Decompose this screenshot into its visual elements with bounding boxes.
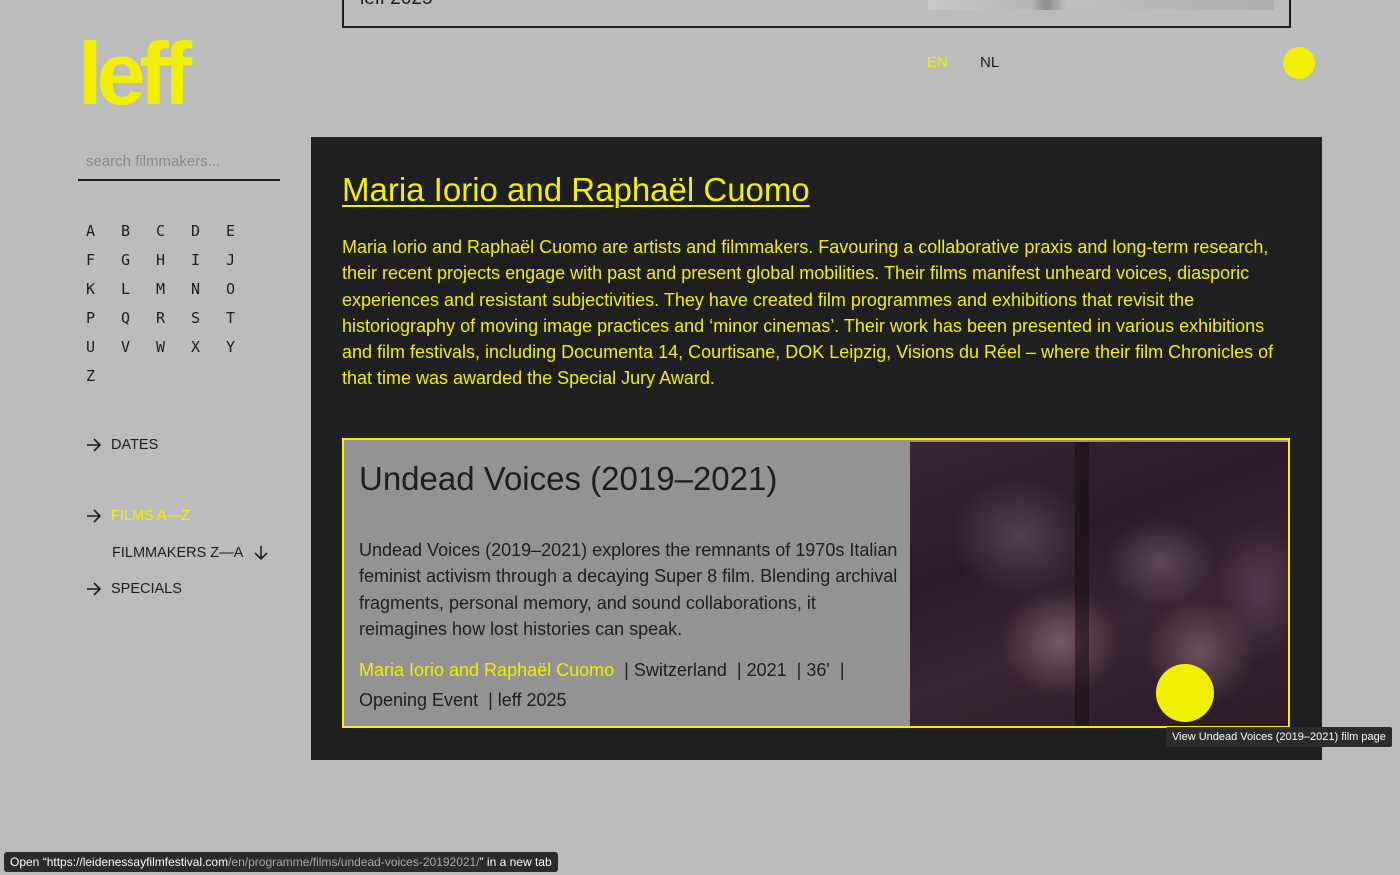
previous-film-card[interactable]: leff 2025 <box>342 0 1291 28</box>
arrow-right-icon <box>87 509 102 523</box>
film-description: Undead Voices (2019–2021) explores the r… <box>359 540 898 639</box>
search-box <box>78 146 280 181</box>
alpha-letter-n[interactable]: N <box>191 280 226 298</box>
status-prefix: Open “ <box>10 855 47 869</box>
nav-films-az-label: FILMS A—Z <box>111 508 190 524</box>
previous-card-image <box>928 0 1274 10</box>
meta-separator: | <box>736 660 742 680</box>
status-url-host: https://leidenessayfilmfestival.com <box>46 855 229 869</box>
arrow-down-icon <box>254 546 268 561</box>
nav-specials-label: SPECIALS <box>111 581 182 597</box>
alpha-letter-g[interactable]: G <box>121 251 156 269</box>
alpha-letter-j[interactable]: J <box>226 251 261 269</box>
film-card-undead-voices[interactable]: Undead Voices (2019–2021) Undead Voices … <box>342 438 1290 728</box>
alpha-letter-p[interactable]: P <box>86 309 121 327</box>
alpha-letter-c[interactable]: C <box>156 222 191 240</box>
alpha-letter-q[interactable]: Q <box>121 309 156 327</box>
film-link-tooltip: View Undead Voices (2019–2021) film page <box>1166 727 1392 747</box>
browser-status-bar: Open “https://leidenessayfilmfestival.co… <box>4 852 558 872</box>
alpha-letter-i[interactable]: I <box>191 251 226 269</box>
film-festival: leff 2025 <box>497 690 567 710</box>
filmmaker-name-link[interactable]: Maria Iorio and Raphaël Cuomo <box>342 171 810 209</box>
status-url-path: /en/programme/films/undead-voices-201920… <box>228 855 480 869</box>
meta-separator: | <box>624 660 629 680</box>
film-maker-link[interactable]: Maria Iorio and Raphaël Cuomo <box>359 660 614 680</box>
filmmaker-bio: Maria Iorio and Raphaël Cuomo are artist… <box>342 237 1274 389</box>
menu-circle-button[interactable] <box>1283 47 1315 79</box>
nav-filmmakers-za-label: FILMMAKERS Z—A <box>112 545 244 561</box>
film-meta: Maria Iorio and Raphaël Cuomo | Switzerla… <box>359 655 904 715</box>
film-country: Switzerland <box>633 660 727 680</box>
alpha-letter-h[interactable]: H <box>156 251 191 269</box>
film-still-image <box>910 442 1288 726</box>
alpha-letter-f[interactable]: F <box>86 251 121 269</box>
alpha-letter-b[interactable]: B <box>121 222 156 240</box>
alpha-letter-y[interactable]: Y <box>226 338 261 356</box>
alpha-letter-w[interactable]: W <box>156 338 191 356</box>
previous-card-text: leff 2025 <box>360 0 433 10</box>
meta-separator: | <box>488 690 493 710</box>
alpha-letter-z[interactable]: Z <box>86 367 121 385</box>
meta-separator: | <box>796 660 802 680</box>
arrow-right-icon <box>87 438 102 452</box>
nav-films-az-link[interactable]: FILMS A—Z <box>86 508 190 524</box>
film-year: 2021 <box>746 660 787 680</box>
nav-dates-label: DATES <box>111 437 159 453</box>
language-nl-link[interactable]: NL <box>980 54 999 71</box>
alpha-letter-u[interactable]: U <box>86 338 121 356</box>
film-duration: 36' <box>806 660 830 680</box>
nav-specials-link[interactable]: SPECIALS <box>86 581 182 597</box>
nav-filmmakers-za-link[interactable]: FILMMAKERS Z—A <box>112 545 268 561</box>
alpha-letter-t[interactable]: T <box>226 309 261 327</box>
alpha-letter-a[interactable]: A <box>86 222 121 240</box>
alpha-letter-r[interactable]: R <box>156 309 191 327</box>
film-event: Opening Event <box>359 690 479 710</box>
alphabet-index: A B C D E F G H I J K L M N O P Q R S T … <box>86 222 261 385</box>
arrow-right-icon <box>87 582 102 596</box>
alpha-letter-o[interactable]: O <box>226 280 261 298</box>
nav-dates-link[interactable]: DATES <box>86 437 158 453</box>
alpha-letter-m[interactable]: M <box>156 280 191 298</box>
site-logo[interactable]: leff <box>78 30 192 118</box>
alpha-letter-v[interactable]: V <box>121 338 156 356</box>
film-cursor-circle <box>1156 664 1214 722</box>
alpha-letter-x[interactable]: X <box>191 338 226 356</box>
film-title: Undead Voices (2019–2021) <box>359 460 778 497</box>
alpha-letter-l[interactable]: L <box>121 280 156 298</box>
meta-separator: | <box>839 660 845 680</box>
alpha-letter-d[interactable]: D <box>191 222 226 240</box>
alpha-letter-e[interactable]: E <box>226 222 261 240</box>
alpha-letter-k[interactable]: K <box>86 280 121 298</box>
alpha-letter-s[interactable]: S <box>191 309 226 327</box>
language-en-link[interactable]: EN <box>927 54 948 71</box>
search-filmmakers-input[interactable] <box>78 146 280 176</box>
status-suffix: ” in a new tab <box>479 855 552 869</box>
